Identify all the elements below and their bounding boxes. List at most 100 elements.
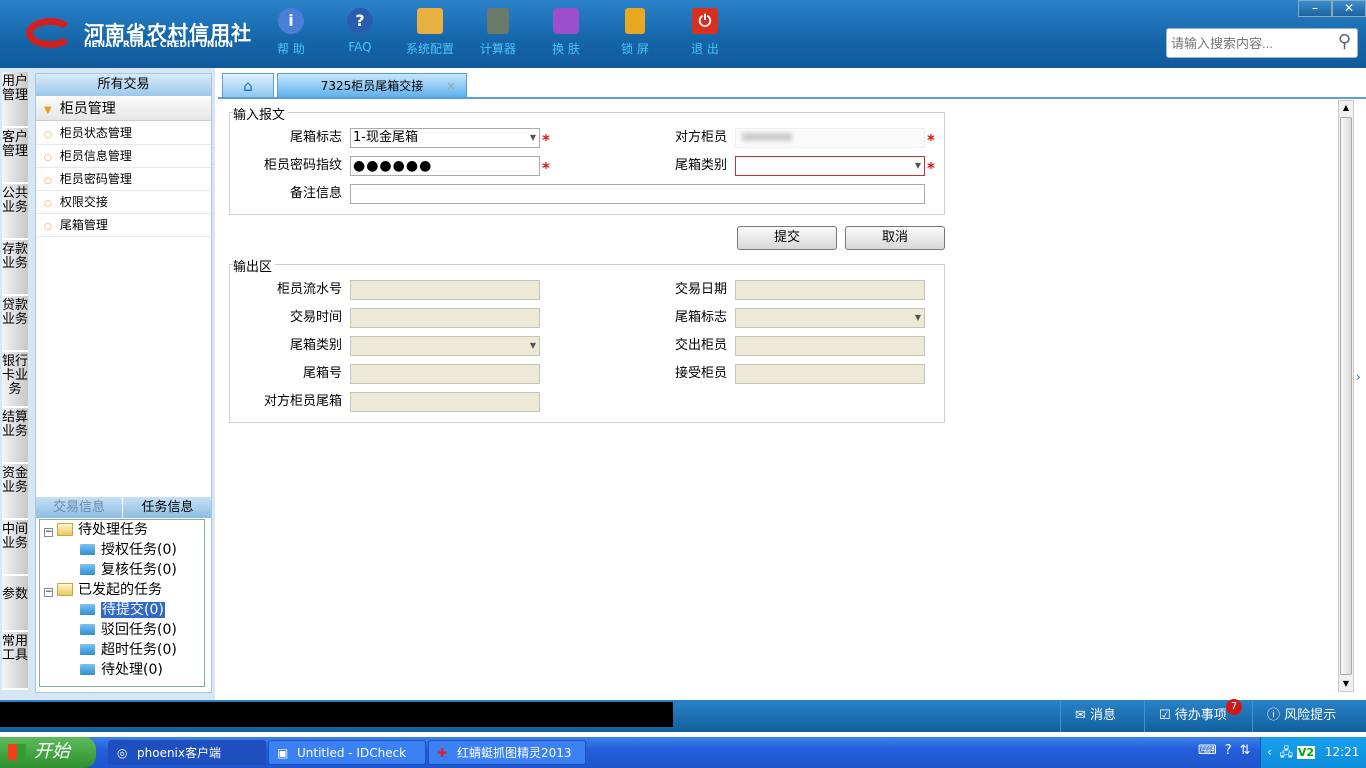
cancel-button[interactable]: 取消 [845,226,945,250]
tab-home[interactable]: ⌂ [222,73,274,97]
dropdown-arrow-icon: ▼ [529,133,536,142]
scroll-thumb[interactable] [1340,117,1352,675]
other-teller-input[interactable] [735,128,925,148]
collapse-right-icon[interactable]: › [1356,370,1361,384]
menu-item-teller-info[interactable]: ○ 柜员信息管理 [36,145,211,168]
tab-task-info[interactable]: 任务信息 [124,497,211,518]
bullet-icon: ○ [44,153,52,163]
output-box-flag-select: ▼ [735,308,925,328]
box-flag-label: 尾箱标志 [289,130,342,145]
faq-button[interactable]: ? FAQ [330,8,390,54]
scroll-up-icon[interactable]: ▲ [1339,101,1353,115]
start-button[interactable]: 开始 [0,737,96,768]
exit-button[interactable]: ⏻ 退 出 [675,8,735,57]
tab-7325[interactable]: 7325柜员尾箱交接 × [277,73,467,97]
minimize-button[interactable]: – [1298,0,1332,17]
box-flag-select[interactable]: 1-现金尾箱 ▼ [350,128,540,148]
trade-time-field [350,308,540,328]
taskbar-item-screenshot-tool[interactable]: ✚ 红蜻蜓抓图精灵2013 [428,740,586,765]
menu-item-teller-password[interactable]: ○ 柜员密码管理 [36,168,211,191]
search-input[interactable] [1167,29,1317,57]
messages-button[interactable]: ✉ 消息 [1060,700,1140,732]
sidetab-intermediary[interactable]: 中间业务 [2,520,28,576]
tree-node-initiated[interactable]: − 已发起的任务 [44,580,162,600]
bullet-icon: ○ [44,199,52,209]
menu-item-permission-handover[interactable]: ○ 权限交接 [36,191,211,214]
checkbox-icon: ☑ [1159,708,1171,723]
tree-node-review-tasks[interactable]: 复核任务(0) [80,560,177,580]
all-transactions-header[interactable]: 所有交易 [36,74,211,96]
open-folder-icon [57,583,73,596]
sidetab-public[interactable]: 公共业务 [2,184,28,240]
speech-bubble-icon: ⓘ [1267,708,1281,723]
submit-button[interactable]: 提交 [737,226,837,250]
calculator-button[interactable]: 计算器 [468,8,528,57]
info-icon: i [278,8,304,34]
lock-screen-button[interactable]: 锁 屏 [605,8,665,57]
app-icon: ▣ [277,746,289,760]
close-tab-icon[interactable]: × [446,74,456,98]
question-icon: ? [347,8,373,34]
vertical-scrollbar[interactable]: ▲ ▼ [1338,100,1354,692]
collapse-icon[interactable]: − [44,588,53,597]
search-icon[interactable]: ⚲ [1338,31,1351,52]
v2-icon[interactable]: V2 [1296,746,1316,759]
sidetab-loan[interactable]: 贷款业务 [2,296,28,352]
windows-logo-icon [8,744,26,760]
tab-transaction-info[interactable]: 交易信息 [36,497,123,518]
menu-item-box-mgmt[interactable]: ○ 尾箱管理 [36,214,211,237]
sidetab-user-mgmt[interactable]: 用户管理 [2,72,28,128]
tree-node-pending-process[interactable]: 待处理(0) [80,660,163,680]
scroll-down-icon[interactable]: ▼ [1339,677,1353,691]
group-teller-mgmt[interactable]: ▼ 柜员管理 [36,97,211,121]
menu-item-teller-status[interactable]: ○ 柜员状态管理 [36,122,211,145]
bullet-icon: ○ [44,176,52,186]
sidetab-params[interactable]: 参数 [2,576,28,632]
app-icon: ◎ [117,746,128,760]
tray-icons[interactable]: ⌨?⇅ [1198,743,1259,758]
search-box: ⚲ [1166,28,1358,58]
caret-down-icon: ▼ [44,105,52,116]
password-input[interactable]: ●●●●●● [350,156,540,176]
collapse-icon[interactable]: − [44,528,53,537]
skin-button[interactable]: 换 肤 [536,8,596,57]
calculator-icon [487,8,509,34]
required-marker: * [542,131,550,149]
todo-button[interactable]: ☑ 待办事项 7 [1144,699,1248,732]
required-marker: * [927,159,935,177]
tree-node-pending[interactable]: − 待处理任务 [44,520,148,540]
open-folder-icon [57,523,73,536]
sidetab-settlement[interactable]: 结算业务 [2,408,28,464]
taskbar-item-phoenix[interactable]: ◎ phoenix客户端 [108,740,266,765]
risk-alert-button[interactable]: ⓘ 风险提示 [1252,700,1366,732]
folder-icon [80,544,95,555]
close-window-button[interactable]: ✕ [1332,0,1366,17]
box-type-select[interactable]: ▼ [735,156,925,176]
tree-node-rejected[interactable]: 驳回任务(0) [80,620,177,640]
sidetab-customer-mgmt[interactable]: 客户管理 [2,128,28,184]
dropdown-arrow-icon: ▼ [914,161,921,170]
dropdown-arrow-icon: ▼ [914,313,921,322]
help-button[interactable]: i帮 助 [261,8,321,57]
folder-icon [80,604,95,615]
power-icon: ⏻ [692,8,718,34]
logo-icon [26,18,74,48]
remark-input[interactable] [350,184,925,204]
box-type-label: 尾箱类别 [674,158,727,173]
sidetab-bank-card[interactable]: 银行卡业务 [2,352,28,408]
tree-node-auth-tasks[interactable]: 授权任务(0) [80,540,177,560]
tray-expand-icon[interactable]: ‹ [1267,745,1272,759]
sidetab-tools[interactable]: 常用工具 [2,632,28,690]
home-icon: ⌂ [243,77,253,95]
taskbar-item-idcheck[interactable]: ▣ Untitled - IDCheck [268,740,426,765]
tree-node-to-submit[interactable]: 待提交(0) [80,600,165,620]
settings-button[interactable]: 系统配置 [400,8,460,57]
remark-label: 备注信息 [289,186,342,201]
sidetab-deposit[interactable]: 存款业务 [2,240,28,296]
folder-icon [80,564,95,575]
trade-date-field [735,280,925,300]
tree-node-timeout[interactable]: 超时任务(0) [80,640,177,660]
network-icon[interactable]: 🖧 [1280,745,1293,759]
sidetab-funds[interactable]: 资金业务 [2,464,28,520]
input-section-legend: 输入报文 [233,104,289,123]
